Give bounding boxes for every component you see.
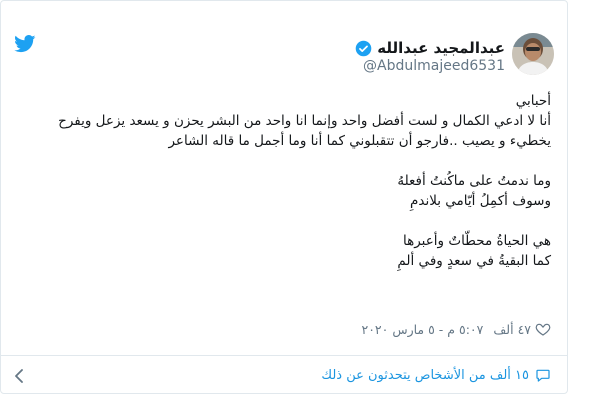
tweet-meta: ٤٧ ألف ٥:٠٧ م - ٥ مارس ٢٠٢٠ [362,320,552,338]
chevron-left-icon[interactable] [14,369,24,383]
tweet-line: أنا لا ادعي الكمال و لست أفضل واحد وإنما… [58,113,551,129]
tweet-line: كما البقيةُ في سعدٍ وفي ألمِ [397,253,551,269]
tweet-line-break [31,151,551,171]
tweet-card: عبدالمجيد عبدالله @Abdulmajeed6531 أحباب… [0,0,568,394]
tweet-line: أحبابي [515,93,551,109]
author-name[interactable]: عبدالمجيد عبدالله [377,39,505,57]
author-handle[interactable]: @Abdulmajeed6531 [363,58,505,74]
tweet-line-break [31,211,551,231]
verified-badge-icon [355,40,372,56]
speech-bubble-icon [536,369,550,382]
tweet-line: وسوف أكمِلُ أيّامي بلاندمِ [410,193,551,209]
conversation-row[interactable]: ١٥ ألف من الأشخاص يتحدثون عن ذلك [1,357,567,393]
tweet-line: وما ندمتُ على ماكُنتُ أفعلهُ [397,173,551,189]
conversation-link[interactable]: ١٥ ألف من الأشخاص يتحدثون عن ذلك [321,367,551,383]
like-button[interactable]: ٤٧ ألف [493,321,551,337]
twitter-bird-icon[interactable] [14,35,36,53]
like-count: ٤٧ ألف [493,321,531,337]
tweet-timestamp[interactable]: ٥:٠٧ م - ٥ مارس ٢٠٢٠ [362,322,484,337]
heart-icon [535,323,551,336]
conversation-text[interactable]: ١٥ ألف من الأشخاص يتحدثون عن ذلك [321,368,529,383]
tweet-line: يخطيء و يصيب ..فارجو أن تتقبلوني كما أنا… [168,133,551,149]
divider [1,355,567,356]
tweet-line: هي الحياةُ محطّاتٌ وأعبرها [402,233,551,249]
tweet-text: أحبابي أنا لا ادعي الكمال و لست أفضل واح… [31,91,551,271]
avatar-portrait-icon [512,33,554,75]
author-name-row[interactable]: عبدالمجيد عبدالله [355,39,505,57]
avatar[interactable] [512,33,554,75]
